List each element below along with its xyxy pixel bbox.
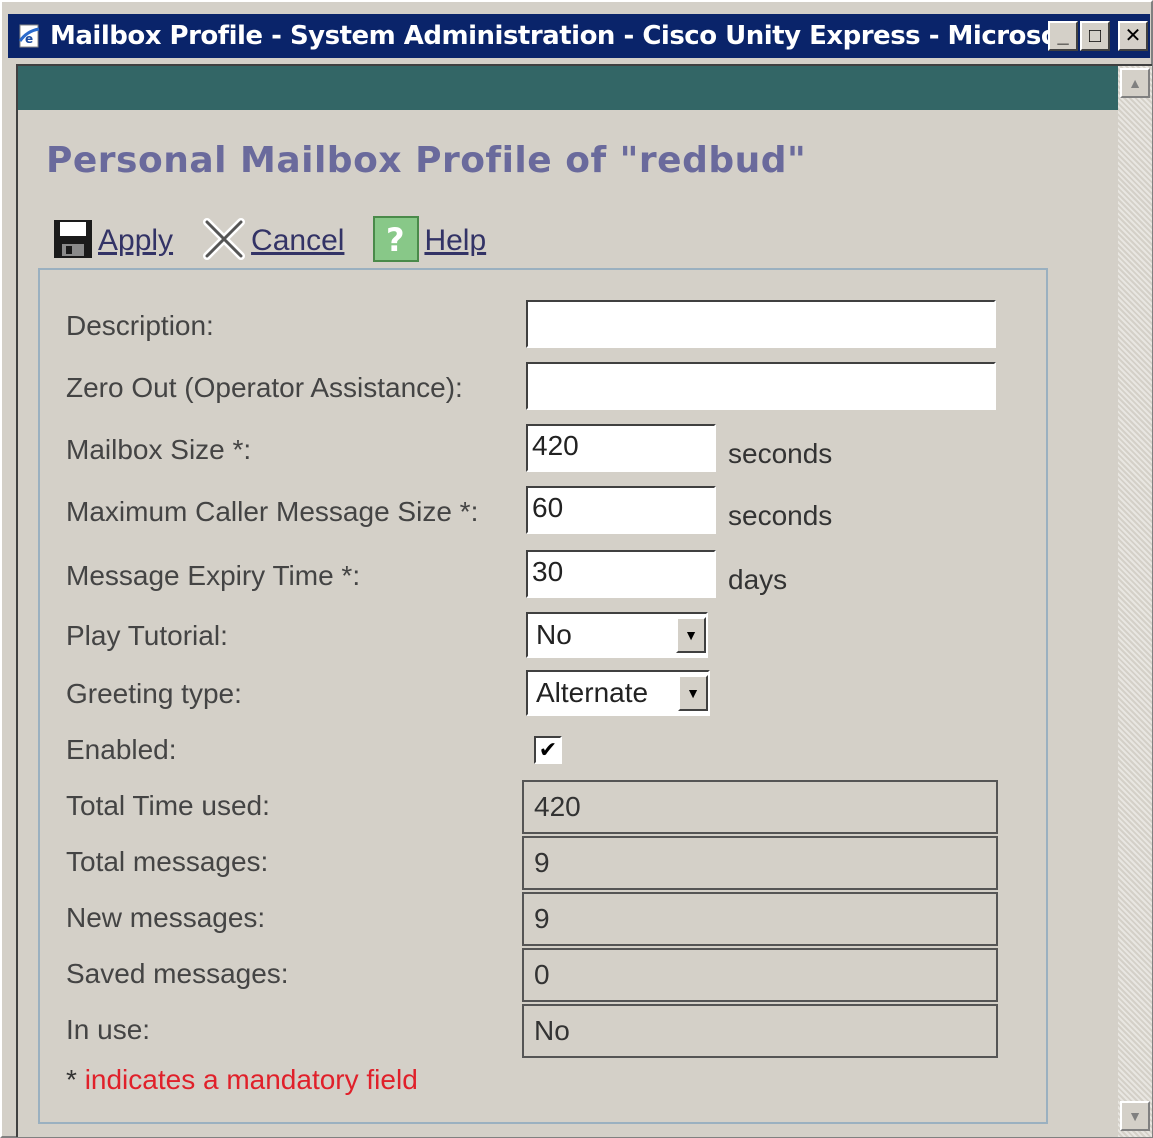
zero-out-field[interactable] — [526, 362, 996, 410]
title-bar[interactable]: e Mailbox Profile - System Administratio… — [8, 14, 1150, 58]
apply-button[interactable]: Apply — [52, 218, 173, 265]
max-msg-size-label: Maximum Caller Message Size *: — [66, 496, 479, 527]
description-field[interactable] — [526, 300, 996, 348]
expiry-label: Message Expiry Time *: — [66, 560, 361, 591]
header-band — [18, 66, 1120, 110]
zero-out-label: Zero Out (Operator Assistance): — [66, 372, 463, 403]
total-messages-label: Total messages: — [66, 846, 269, 877]
maximize-button[interactable]: □ — [1080, 21, 1110, 51]
close-icon: ✕ — [1124, 25, 1142, 47]
total-time-label: Total Time used: — [66, 790, 270, 821]
mandatory-footnote: * indicates a mandatory field — [66, 1064, 418, 1096]
toolbar: Apply Cancel ? Help — [52, 214, 514, 268]
total-messages-field: 9 — [522, 836, 998, 890]
enabled-checkbox[interactable]: ✔ — [534, 736, 562, 764]
in-use-label: In use: — [66, 1014, 151, 1045]
minimize-icon: _ — [1057, 25, 1069, 47]
greeting-label: Greeting type: — [66, 678, 242, 709]
tutorial-label: Play Tutorial: — [66, 620, 228, 651]
saved-messages-field: 0 — [522, 948, 998, 1002]
in-use-field: No — [522, 1004, 998, 1058]
help-label: Help — [424, 224, 487, 257]
window-title: Mailbox Profile - System Administration … — [50, 21, 1048, 51]
close-button[interactable]: ✕ — [1118, 21, 1148, 51]
mailbox-profile-form: Description: Zero Out (Operator Assistan… — [38, 268, 1048, 1124]
mailbox-size-unit: seconds — [728, 438, 833, 469]
dropdown-arrow-icon[interactable]: ▼ — [676, 617, 706, 653]
scroll-down-icon[interactable]: ▼ — [1120, 1101, 1150, 1131]
max-msg-size-unit: seconds — [728, 500, 833, 531]
browser-window: e Mailbox Profile - System Administratio… — [0, 0, 1153, 1138]
browser-content: ▲ ▼ Personal Mailbox Profile of "redbud"… — [16, 64, 1152, 1137]
greeting-select[interactable]: Alternate ▼ — [526, 670, 710, 716]
mailbox-size-field[interactable]: 420 — [526, 424, 716, 472]
tutorial-value: No — [536, 619, 572, 650]
svg-text:e: e — [25, 32, 33, 46]
new-messages-field: 9 — [522, 892, 998, 946]
floppy-disk-icon — [52, 218, 94, 265]
max-msg-size-field[interactable]: 60 — [526, 486, 716, 534]
maximize-icon: □ — [1088, 25, 1102, 47]
help-button[interactable]: ? Help — [372, 215, 486, 268]
expiry-unit: days — [728, 564, 788, 595]
description-label: Description: — [66, 310, 214, 341]
page-title: Personal Mailbox Profile of "redbud" — [46, 140, 807, 181]
cancel-label: Cancel — [251, 224, 345, 257]
svg-text:?: ? — [386, 221, 405, 259]
mandatory-text: indicates a mandatory field — [84, 1064, 418, 1095]
total-time-field: 420 — [522, 780, 998, 834]
ie-page-icon: e — [16, 22, 44, 50]
x-cancel-icon — [201, 216, 247, 267]
minimize-button[interactable]: _ — [1048, 21, 1078, 51]
cancel-button[interactable]: Cancel — [201, 216, 344, 267]
tutorial-select[interactable]: No ▼ — [526, 612, 708, 658]
question-help-icon: ? — [372, 215, 420, 268]
vertical-scrollbar[interactable]: ▲ ▼ — [1118, 66, 1152, 1137]
mandatory-star: * — [66, 1064, 77, 1095]
saved-messages-label: Saved messages: — [66, 958, 289, 989]
scroll-up-icon[interactable]: ▲ — [1120, 68, 1150, 98]
apply-label: Apply — [98, 224, 174, 257]
mailbox-size-label: Mailbox Size *: — [66, 434, 252, 465]
dropdown-arrow-icon[interactable]: ▼ — [678, 675, 708, 711]
enabled-label: Enabled: — [66, 734, 177, 765]
greeting-value: Alternate — [536, 677, 649, 708]
new-messages-label: New messages: — [66, 902, 266, 933]
expiry-field[interactable]: 30 — [526, 550, 716, 598]
